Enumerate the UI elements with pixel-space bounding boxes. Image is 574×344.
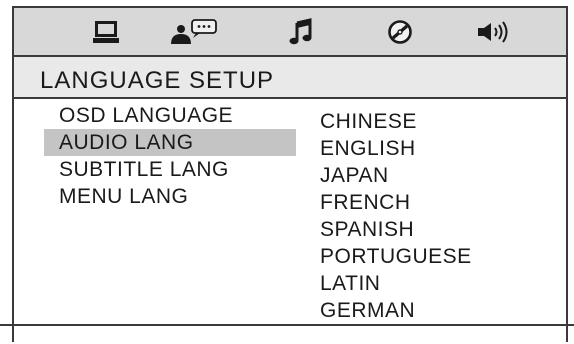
language-options-list: CHINESE ENGLISH JAPAN FRENCH SPANISH POR… bbox=[320, 108, 550, 324]
option-english[interactable]: ENGLISH bbox=[320, 135, 550, 162]
speaker-icon bbox=[478, 20, 508, 43]
option-french[interactable]: FRENCH bbox=[320, 189, 550, 216]
menu-item-menu-lang[interactable]: MENU LANG bbox=[44, 183, 296, 210]
tab-audio-setup[interactable] bbox=[271, 8, 331, 55]
menu-item-audio-lang[interactable]: AUDIO LANG bbox=[44, 129, 296, 156]
speech-bubble-person-icon bbox=[171, 18, 217, 44]
monitor-icon bbox=[93, 20, 119, 43]
setup-tab-bar bbox=[14, 8, 566, 57]
tab-language-setup[interactable] bbox=[164, 8, 224, 55]
option-japan[interactable]: JAPAN bbox=[320, 162, 550, 189]
dvd-setup-screen: LANGUAGE SETUP OSD LANGUAGE AUDIO LANG S… bbox=[12, 6, 568, 344]
tab-speaker-setup[interactable] bbox=[466, 8, 526, 55]
option-german[interactable]: GERMAN bbox=[320, 297, 550, 324]
music-note-icon bbox=[289, 17, 312, 44]
option-latin[interactable]: LATIN bbox=[320, 270, 550, 297]
option-spanish[interactable]: SPANISH bbox=[320, 216, 550, 243]
menu-item-osd-language[interactable]: OSD LANGUAGE bbox=[44, 102, 296, 129]
option-chinese[interactable]: CHINESE bbox=[320, 108, 550, 135]
settings-panel: OSD LANGUAGE AUDIO LANG SUBTITLE LANG ME… bbox=[14, 97, 566, 344]
tab-general-setup[interactable] bbox=[76, 8, 136, 55]
page-title-band: LANGUAGE SETUP bbox=[14, 57, 566, 97]
menu-item-subtitle-lang[interactable]: SUBTITLE LANG bbox=[44, 156, 296, 183]
bottom-divider bbox=[0, 324, 574, 326]
tab-video-setup[interactable] bbox=[370, 8, 430, 55]
page-title: LANGUAGE SETUP bbox=[40, 67, 275, 94]
disc-icon bbox=[388, 19, 412, 44]
setting-menu-list: OSD LANGUAGE AUDIO LANG SUBTITLE LANG ME… bbox=[44, 102, 296, 210]
option-portuguese[interactable]: PORTUGUESE bbox=[320, 243, 550, 270]
